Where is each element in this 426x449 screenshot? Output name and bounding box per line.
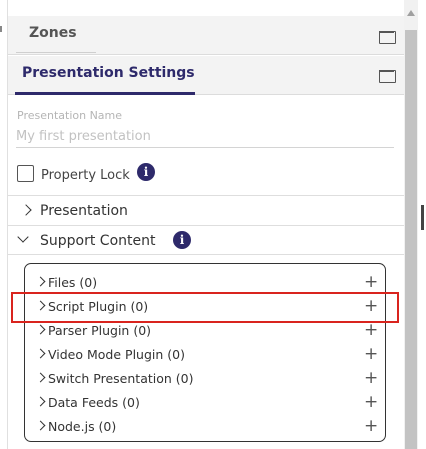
list-item-files[interactable]: Files (0) + [33,272,379,294]
add-icon[interactable]: + [364,343,378,365]
list-item-label: Switch Presentation (0) [48,371,194,386]
chevron-right-icon [35,324,46,335]
list-item-nodejs[interactable]: Node.js (0) + [33,416,379,438]
section-support-content-label: Support Content [40,233,156,249]
section-presentation-label: Presentation [40,203,128,219]
property-lock-info-icon[interactable]: i [137,163,155,181]
right-edge [418,0,426,449]
presentation-name-label: Presentation Name [17,109,123,122]
zones-maximize-icon[interactable] [379,31,396,44]
chevron-down-icon [17,231,29,243]
vertical-scrollbar[interactable] [404,0,418,449]
support-content-info-icon[interactable]: i [173,231,191,249]
add-icon[interactable]: + [364,391,378,413]
highlight-box [11,292,399,323]
chevron-right-icon [35,420,46,431]
scrollbar-thumb[interactable] [405,30,417,449]
section-divider [8,254,405,255]
list-item-switch-presentation[interactable]: Switch Presentation (0) + [33,368,379,390]
active-tab-underline [15,92,195,95]
section-support-content[interactable]: Support Content i [8,225,405,254]
zones-divider [16,52,96,53]
zones-panel-header[interactable]: Zones [8,16,405,55]
support-content-list: Files (0) + Script Plugin (0) + Parser P… [24,263,386,442]
chevron-right-icon [35,348,46,359]
list-item-label: Data Feeds (0) [48,395,140,410]
zones-panel-title: Zones [29,25,77,41]
list-item-data-feeds[interactable]: Data Feeds (0) + [33,392,379,414]
presentation-settings-header[interactable]: Presentation Settings [8,56,405,95]
chevron-right-icon [35,372,46,383]
add-icon[interactable]: + [364,415,378,437]
left-edge-mark [0,26,2,32]
presentation-settings-title: Presentation Settings [22,65,195,81]
section-presentation[interactable]: Presentation [8,195,405,224]
add-icon[interactable]: + [364,367,378,389]
chevron-right-icon [35,396,46,407]
add-icon[interactable]: + [364,271,378,293]
chevron-right-icon [20,204,32,216]
list-item-label: Files (0) [48,275,98,290]
properties-panel: Zones Presentation Settings Presentation… [7,0,405,449]
list-item-video-mode-plugin[interactable]: Video Mode Plugin (0) + [33,344,379,366]
property-lock-label: Property Lock [41,168,130,183]
list-item-parser-plugin[interactable]: Parser Plugin (0) + [33,320,379,342]
property-lock-checkbox[interactable] [17,165,34,182]
chevron-right-icon [35,276,46,287]
list-item-label: Node.js (0) [48,419,117,434]
presentation-name-input[interactable] [16,125,394,148]
left-edge [0,0,7,449]
scroll-up-icon[interactable] [407,10,415,16]
presentation-settings-maximize-icon[interactable] [379,70,396,83]
list-item-label: Parser Plugin (0) [48,323,152,338]
splitter-handle[interactable] [421,205,424,230]
list-item-label: Video Mode Plugin (0) [48,347,185,362]
